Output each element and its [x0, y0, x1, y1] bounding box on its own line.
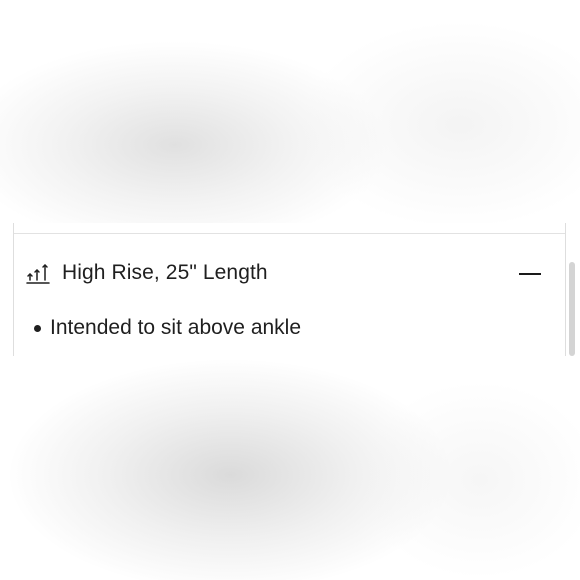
scrollbar-thumb[interactable] — [569, 262, 575, 356]
blurred-background-bottom-right — [360, 380, 580, 580]
screenshot-stage: High Rise, 25" Length Intended to sit ab… — [0, 0, 580, 580]
divider — [14, 233, 565, 234]
blurred-background-top — [0, 40, 390, 250]
list-item: Intended to sit above ankle — [34, 311, 301, 345]
bullet-icon — [34, 325, 41, 332]
detail-text: Intended to sit above ankle — [50, 316, 302, 339]
rise-length-accordion-header[interactable]: High Rise, 25" Length — [14, 255, 565, 293]
detail-list: Intended to sit above ankle — [34, 311, 301, 345]
minus-icon[interactable] — [519, 263, 541, 285]
accordion-title: High Rise, 25" Length — [62, 261, 268, 284]
blurred-background-top-right — [300, 20, 580, 230]
product-details-panel: High Rise, 25" Length Intended to sit ab… — [13, 223, 566, 356]
minus-bar — [519, 273, 541, 275]
blurred-background-bottom — [10, 360, 450, 580]
high-rise-arrows-icon — [26, 263, 50, 285]
